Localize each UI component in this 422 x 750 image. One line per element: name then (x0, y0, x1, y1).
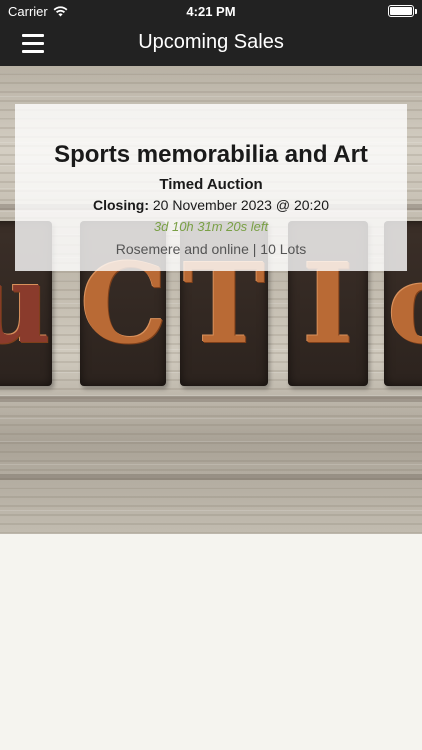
sale-title: Sports memorabilia and Art (54, 141, 368, 168)
nav-bar: Upcoming Sales (0, 22, 422, 66)
closing-value: 20 November 2023 @ 20:20 (149, 197, 329, 213)
closing-date: Closing: 20 November 2023 @ 20:20 (15, 196, 407, 214)
countdown-timer: 3d 10h 31m 20s left (153, 219, 269, 234)
sale-type: Timed Auction (159, 176, 263, 193)
page-title: Upcoming Sales (138, 31, 284, 53)
sale-location: Rosemere and online | 10 Lots (115, 241, 307, 257)
status-time: 4:21 PM (186, 4, 236, 19)
sale-info-card[interactable]: Sports memorabilia and Art Timed Auction… (15, 104, 407, 271)
battery-icon (388, 5, 417, 17)
closing-label: Closing: (93, 197, 149, 213)
status-bar: Carrier 4:21 PM (0, 0, 422, 22)
